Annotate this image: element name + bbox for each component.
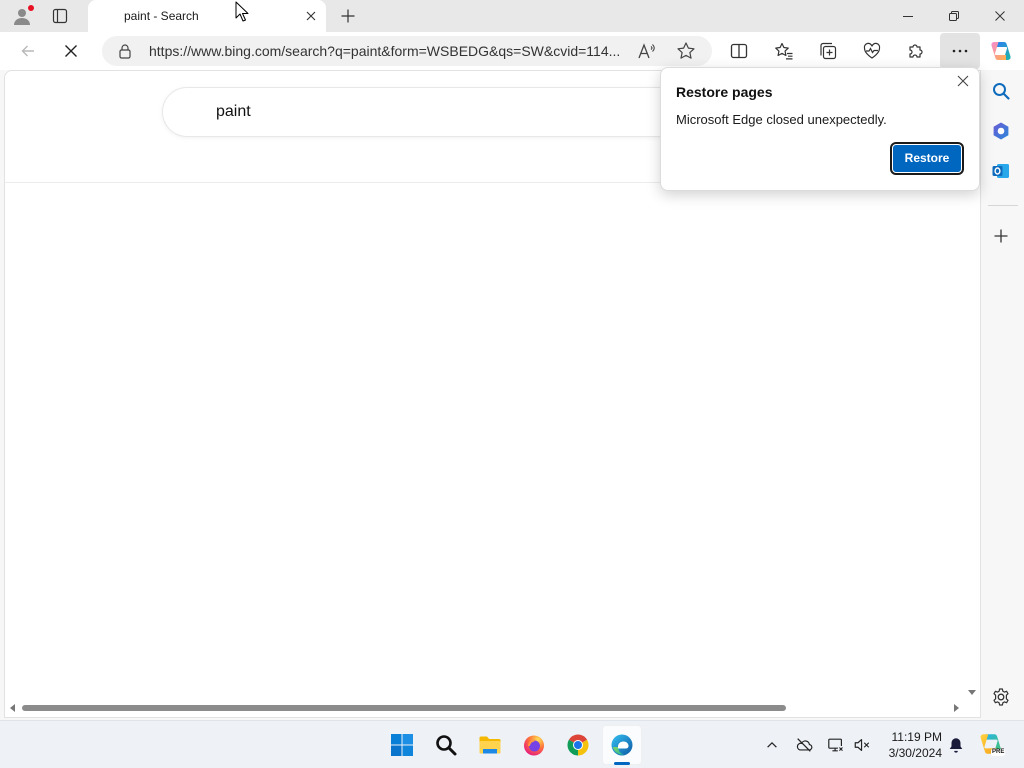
lock-icon[interactable] (117, 43, 133, 59)
plus-icon (341, 9, 355, 23)
extensions-icon (906, 41, 926, 61)
file-explorer-button[interactable] (470, 725, 510, 765)
minimize-icon (903, 16, 913, 17)
tab-close-button[interactable] (301, 6, 321, 26)
favorite-star-icon[interactable] (676, 41, 696, 61)
sidebar-divider (988, 205, 1018, 206)
taskbar-copilot-button[interactable]: PRE (978, 731, 1006, 759)
sidebar-outlook-button[interactable] (985, 155, 1017, 187)
tab-label: paint - Search (124, 9, 199, 23)
tab-strip: paint - Search (0, 0, 1024, 32)
back-button[interactable] (12, 35, 44, 67)
profile-notification-dot (28, 5, 34, 11)
dialog-title: Restore pages (676, 84, 773, 100)
volume-tray-button[interactable] (850, 733, 874, 757)
address-url[interactable]: https://www.bing.com/search?q=paint&form… (149, 36, 631, 66)
network-icon (827, 736, 845, 754)
new-tab-button[interactable] (334, 2, 362, 30)
onedrive-offline-icon (795, 736, 813, 754)
copilot-icon (989, 39, 1013, 63)
taskbar: 11:19 PM 3/30/2024 PRE (0, 720, 1024, 768)
taskbar-search-button[interactable] (426, 725, 466, 765)
notifications-button[interactable] (944, 733, 968, 757)
restore-window-icon (949, 11, 959, 21)
sidebar-settings-button[interactable] (985, 681, 1017, 713)
more-icon (950, 41, 970, 61)
read-aloud-icon[interactable] (637, 41, 657, 61)
scroll-left-arrow-icon[interactable] (10, 704, 15, 712)
clock-date: 3/30/2024 (888, 746, 942, 760)
restore-button[interactable]: Restore (892, 144, 962, 173)
volume-muted-icon (853, 736, 871, 754)
edge-icon (610, 733, 634, 757)
chevron-up-icon (765, 738, 779, 752)
browser-essentials-button[interactable] (856, 35, 888, 67)
favorites-icon (774, 41, 794, 61)
settings-icon (991, 687, 1011, 707)
dialog-message: Microsoft Edge closed unexpectedly. (676, 112, 887, 127)
toolbar: https://www.bing.com/search?q=paint&form… (0, 32, 1024, 70)
firefox-button[interactable] (514, 725, 554, 765)
active-app-indicator (614, 762, 630, 765)
add-icon (994, 229, 1008, 243)
scroll-right-arrow-icon[interactable] (954, 704, 959, 712)
copilot-button[interactable] (985, 35, 1017, 67)
notification-bell-icon (947, 736, 965, 754)
split-screen-icon (729, 41, 749, 61)
sidebar-add-button[interactable] (985, 220, 1017, 252)
split-screen-button[interactable] (723, 35, 755, 67)
edge-button[interactable] (602, 725, 642, 765)
outlook-icon (991, 161, 1011, 181)
vertical-tabs-icon (52, 8, 68, 24)
collections-button[interactable] (812, 35, 844, 67)
chrome-button[interactable] (558, 725, 598, 765)
close-icon (306, 11, 316, 21)
collections-icon (818, 41, 838, 61)
search-query-text[interactable]: paint (216, 88, 251, 136)
office-icon (991, 121, 1011, 141)
extensions-button[interactable] (900, 35, 932, 67)
clock[interactable]: 11:19 PM 3/30/2024 (878, 729, 942, 761)
mouse-cursor-icon (235, 1, 249, 23)
scroll-down-arrow-icon[interactable] (968, 690, 976, 695)
start-button[interactable] (382, 725, 422, 765)
profile-button[interactable] (8, 2, 36, 30)
stop-loading-button[interactable] (55, 35, 87, 67)
network-tray-button[interactable] (824, 733, 848, 757)
horizontal-scrollbar-thumb[interactable] (22, 705, 786, 711)
restore-window-button[interactable] (931, 0, 977, 32)
search-icon (991, 81, 1011, 101)
tab-active[interactable]: paint - Search (88, 0, 326, 32)
copilot-preview-badge: PRE (991, 749, 1006, 756)
close-icon (957, 75, 969, 87)
search-icon (434, 733, 458, 757)
settings-and-more-button[interactable] (940, 33, 980, 69)
sidebar-search-button[interactable] (985, 75, 1017, 107)
firefox-icon (522, 733, 546, 757)
sidebar-office-button[interactable] (985, 115, 1017, 147)
browser-essentials-icon (862, 41, 882, 61)
dialog-close-button[interactable] (955, 73, 971, 89)
clock-time: 11:19 PM (891, 730, 942, 744)
edge-sidebar (982, 70, 1024, 718)
onedrive-tray-button[interactable] (792, 733, 816, 757)
show-hidden-icons-button[interactable] (760, 733, 784, 757)
close-window-button[interactable] (977, 0, 1023, 32)
restore-pages-dialog: Restore pages Microsoft Edge closed unex… (660, 67, 980, 191)
back-icon (20, 43, 36, 59)
tab-actions-button[interactable] (46, 2, 74, 30)
start-icon (390, 733, 414, 757)
address-bar[interactable]: https://www.bing.com/search?q=paint&form… (102, 36, 712, 66)
minimize-button[interactable] (885, 0, 931, 32)
stop-icon (63, 43, 79, 59)
chrome-icon (566, 733, 590, 757)
close-icon (995, 11, 1005, 21)
favorites-button[interactable] (768, 35, 800, 67)
file-explorer-icon (478, 733, 502, 757)
